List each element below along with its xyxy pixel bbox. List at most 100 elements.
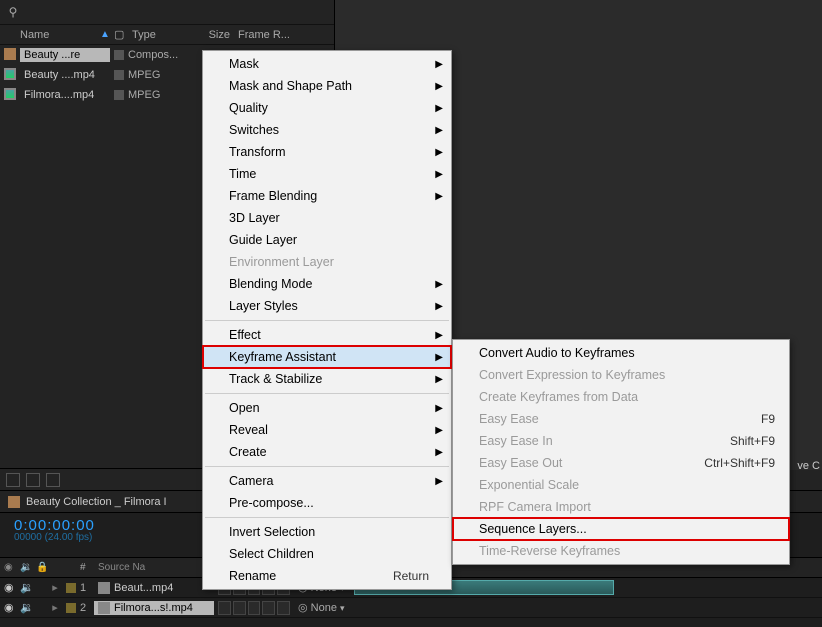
- submenu-item[interactable]: Convert Audio to Keyframes: [453, 342, 789, 364]
- submenu-arrow-icon: ▶: [435, 476, 443, 487]
- keyframe-assistant-submenu[interactable]: Convert Audio to KeyframesConvert Expres…: [452, 339, 790, 565]
- context-menu[interactable]: Mask▶Mask and Shape Path▶Quality▶Switche…: [202, 50, 452, 590]
- submenu-arrow-icon: ▶: [435, 330, 443, 341]
- submenu-item: Exponential Scale: [453, 474, 789, 496]
- submenu-item-label: Time-Reverse Keyframes: [479, 544, 620, 558]
- timecode-block[interactable]: 0:00:00:00 00000 (24.00 fps): [14, 517, 95, 543]
- menu-item-label: Invert Selection: [229, 525, 315, 539]
- menu-item[interactable]: Pre-compose...: [203, 492, 451, 514]
- submenu-arrow-icon: ▶: [435, 191, 443, 202]
- blend-mode[interactable]: ◎ None ▾: [294, 601, 354, 614]
- layer-name[interactable]: Filmora...s!.mp4: [94, 601, 214, 615]
- menu-item[interactable]: Camera▶: [203, 470, 451, 492]
- col-size[interactable]: Size: [188, 29, 234, 41]
- submenu-arrow-icon: ▶: [435, 301, 443, 312]
- sort-arrow-icon: ▲: [96, 29, 110, 40]
- menu-item[interactable]: Invert Selection: [203, 521, 451, 543]
- layer-label[interactable]: [62, 583, 76, 593]
- twirl-icon[interactable]: ▸: [48, 581, 62, 594]
- label-swatch[interactable]: [110, 70, 128, 80]
- menu-item-label: Frame Blending: [229, 189, 317, 203]
- label-swatch[interactable]: [110, 90, 128, 100]
- menu-item[interactable]: Track & Stabilize▶: [203, 368, 451, 390]
- menu-item[interactable]: Reveal▶: [203, 419, 451, 441]
- menu-item-label: Quality: [229, 101, 268, 115]
- lock-col-icon: 🔒: [32, 562, 48, 573]
- menu-item-label: Pre-compose...: [229, 496, 314, 510]
- footage-icon: [98, 602, 110, 614]
- submenu-item-label: Easy Ease: [479, 412, 539, 426]
- menu-item-label: Guide Layer: [229, 233, 297, 247]
- menu-shortcut: F9: [761, 412, 775, 426]
- menu-item[interactable]: Guide Layer: [203, 229, 451, 251]
- menu-item[interactable]: 3D Layer: [203, 207, 451, 229]
- menu-separator: [205, 466, 449, 467]
- audio-toggle[interactable]: 🔉: [16, 601, 32, 614]
- col-name[interactable]: Name: [0, 29, 96, 41]
- menu-shortcut: Return: [393, 569, 429, 583]
- menu-item-label: Mask: [229, 57, 259, 71]
- submenu-arrow-icon: ▶: [435, 59, 443, 70]
- menu-item-label: Layer Styles: [229, 299, 298, 313]
- item-type-icon: [0, 48, 20, 63]
- submenu-arrow-icon: ▶: [435, 125, 443, 136]
- menu-item[interactable]: Time▶: [203, 163, 451, 185]
- menu-item[interactable]: Rename Return: [203, 565, 451, 587]
- menu-item[interactable]: Effect▶: [203, 324, 451, 346]
- menu-item-label: Mask and Shape Path: [229, 79, 352, 93]
- menu-shortcut: Shift+F9: [730, 434, 775, 448]
- col-framerate[interactable]: Frame R...: [234, 29, 334, 41]
- item-type: MPEG: [128, 89, 188, 101]
- menu-item[interactable]: Frame Blending ▶: [203, 185, 451, 207]
- timeline-layer-row[interactable]: ◉🔉▸2Filmora...s!.mp4◎ None ▾: [0, 598, 822, 618]
- twirl-icon[interactable]: ▸: [48, 601, 62, 614]
- item-name[interactable]: Beauty ....mp4: [20, 68, 110, 82]
- menu-item[interactable]: Mask and Shape Path▶: [203, 75, 451, 97]
- menu-item[interactable]: Blending Mode▶: [203, 273, 451, 295]
- menu-item[interactable]: Select Children: [203, 543, 451, 565]
- menu-item[interactable]: Keyframe Assistant▶: [203, 346, 451, 368]
- item-name[interactable]: Beauty ...re: [20, 48, 110, 62]
- menu-separator: [205, 393, 449, 394]
- submenu-item: Create Keyframes from Data: [453, 386, 789, 408]
- submenu-item: RPF Camera Import: [453, 496, 789, 518]
- submenu-arrow-icon: ▶: [435, 352, 443, 363]
- eye-toggle[interactable]: ◉: [0, 601, 16, 614]
- menu-item[interactable]: Open▶: [203, 397, 451, 419]
- search-input[interactable]: [20, 4, 328, 20]
- layer-switches[interactable]: [214, 601, 294, 615]
- menu-shortcut: Ctrl+Shift+F9: [704, 456, 775, 470]
- menu-item-label: Transform: [229, 145, 286, 159]
- menu-item[interactable]: Transform▶: [203, 141, 451, 163]
- eye-toggle[interactable]: ◉: [0, 581, 16, 594]
- submenu-arrow-icon: ▶: [435, 103, 443, 114]
- layer-label[interactable]: [62, 603, 76, 613]
- menu-item[interactable]: Switches▶: [203, 119, 451, 141]
- speaker-col-icon: 🔉: [16, 562, 32, 573]
- menu-item[interactable]: Mask ▶: [203, 53, 451, 75]
- submenu-item-label: Exponential Scale: [479, 478, 579, 492]
- footer-icon[interactable]: [6, 473, 20, 487]
- submenu-item[interactable]: Sequence Layers...: [453, 518, 789, 540]
- menu-item[interactable]: Create▶: [203, 441, 451, 463]
- submenu-arrow-icon: ▶: [435, 279, 443, 290]
- submenu-item-label: Create Keyframes from Data: [479, 390, 638, 404]
- track[interactable]: [354, 598, 822, 617]
- submenu-item-label: Easy Ease In: [479, 434, 553, 448]
- menu-separator: [205, 320, 449, 321]
- menu-item-label: Select Children: [229, 547, 314, 561]
- col-type[interactable]: Type: [128, 29, 188, 41]
- project-column-headers[interactable]: Name ▲ ▢ Type Size Frame R...: [0, 25, 334, 45]
- menu-item[interactable]: Quality ▶: [203, 97, 451, 119]
- footer-icon[interactable]: [46, 473, 60, 487]
- item-name[interactable]: Filmora....mp4: [20, 88, 110, 102]
- layer-index: 1: [76, 582, 94, 594]
- menu-item-label: Rename: [229, 569, 276, 583]
- col-tag-icon[interactable]: ▢: [110, 28, 128, 41]
- menu-item-label: Reveal: [229, 423, 268, 437]
- audio-toggle[interactable]: 🔉: [16, 581, 32, 594]
- layer-name[interactable]: Beaut...mp4: [94, 582, 214, 594]
- menu-item[interactable]: Layer Styles ▶: [203, 295, 451, 317]
- footer-icon[interactable]: [26, 473, 40, 487]
- label-swatch[interactable]: [110, 50, 128, 60]
